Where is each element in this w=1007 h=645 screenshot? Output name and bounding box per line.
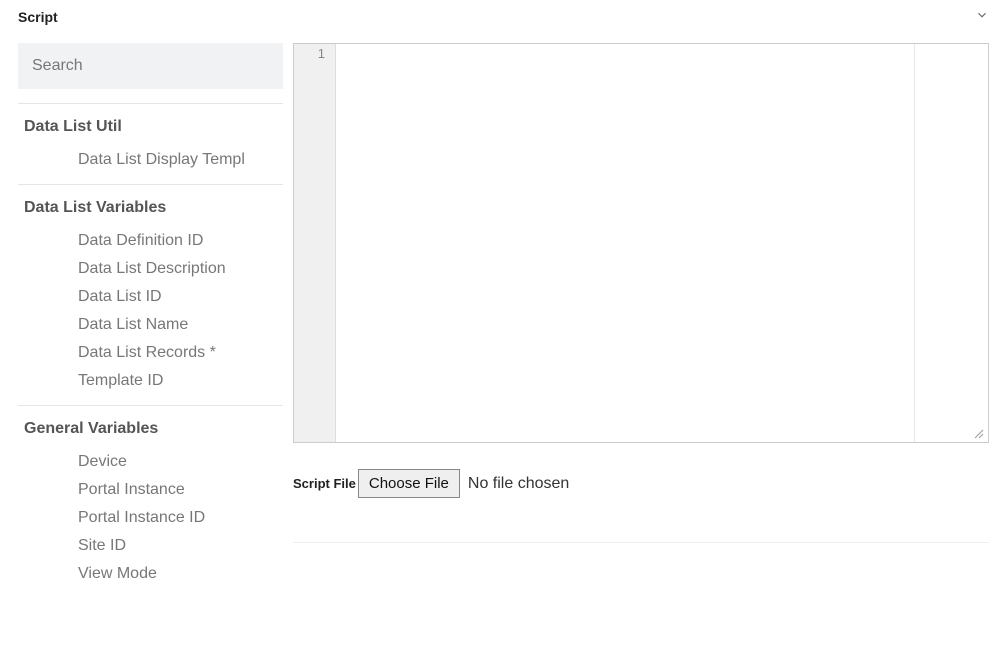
search-input[interactable]	[18, 43, 283, 89]
sidebar-item-data-list-description[interactable]: Data List Description	[18, 255, 283, 283]
script-file-row: Script File Choose File No file chosen	[293, 469, 989, 543]
sidebar-item-template-id[interactable]: Template ID	[18, 367, 283, 395]
sidebar-item-data-list-display-templ[interactable]: Data List Display Templ	[18, 146, 283, 174]
sidebar-item-data-list-name[interactable]: Data List Name	[18, 311, 283, 339]
panel-title: Script	[18, 9, 58, 25]
sidebar-item-data-list-records[interactable]: Data List Records *	[18, 339, 283, 367]
editor-textarea[interactable]	[336, 44, 914, 442]
sidebar-item-site-id[interactable]: Site ID	[18, 532, 283, 560]
sidebar-item-portal-instance-id[interactable]: Portal Instance ID	[18, 504, 283, 532]
sidebar-item-data-definition-id[interactable]: Data Definition ID	[18, 227, 283, 255]
variables-sidebar: Data List Util Data List Display Templ D…	[18, 33, 283, 643]
sidebar-item-view-mode[interactable]: View Mode	[18, 560, 283, 588]
choose-file-button[interactable]: Choose File	[358, 469, 460, 498]
sidebar-item-data-list-id[interactable]: Data List ID	[18, 283, 283, 311]
sidebar-group-general-variables: General Variables Device Portal Instance…	[18, 405, 283, 598]
group-title: Data List Variables	[18, 199, 283, 227]
line-number: 1	[294, 46, 325, 61]
script-editor: 1	[293, 43, 989, 443]
editor-gutter: 1	[294, 44, 336, 442]
editor-right-pane	[914, 44, 988, 442]
sidebar-group-data-list-util: Data List Util Data List Display Templ	[18, 103, 283, 184]
chevron-down-icon	[975, 8, 989, 25]
script-file-label: Script File	[293, 476, 356, 491]
file-status: No file chosen	[462, 475, 569, 493]
main-content: 1 Script File Choose File No file chosen	[283, 33, 989, 643]
group-title: General Variables	[18, 420, 283, 448]
sidebar-group-data-list-variables: Data List Variables Data Definition ID D…	[18, 184, 283, 405]
sidebar-item-portal-instance[interactable]: Portal Instance	[18, 476, 283, 504]
group-title: Data List Util	[18, 118, 283, 146]
panel-header[interactable]: Script	[0, 0, 1007, 33]
sidebar-item-device[interactable]: Device	[18, 448, 283, 476]
